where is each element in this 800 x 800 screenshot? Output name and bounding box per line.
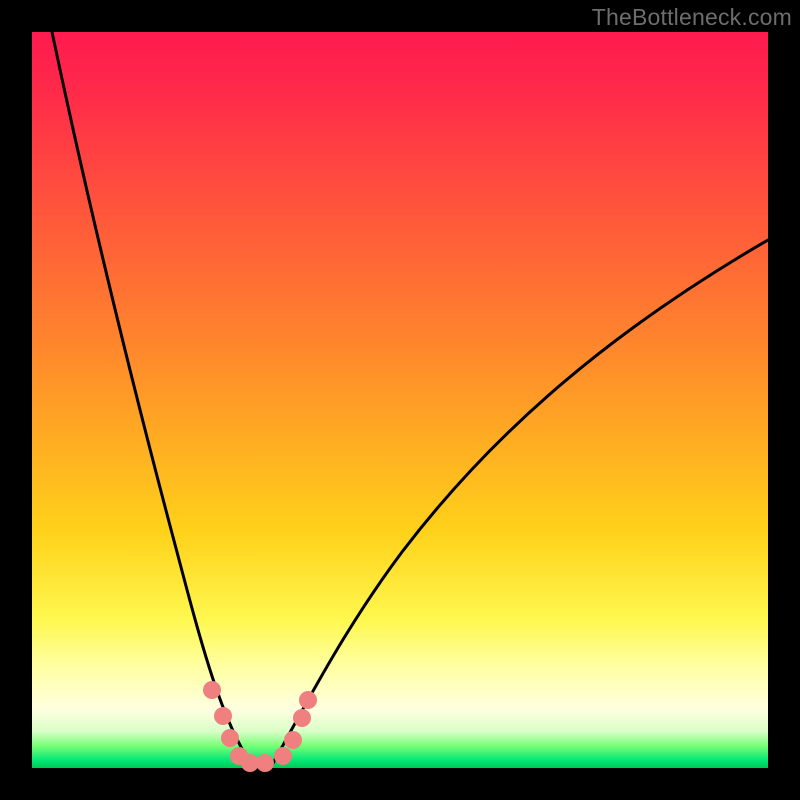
curve-left-branch <box>52 32 252 765</box>
chart-frame: TheBottleneck.com <box>0 0 800 800</box>
marker <box>203 681 221 699</box>
marker <box>214 707 232 725</box>
curve-right-branch <box>272 240 768 765</box>
valley-markers <box>203 681 317 772</box>
watermark-text: TheBottleneck.com <box>592 4 792 31</box>
marker <box>284 731 302 749</box>
bottleneck-curve <box>32 32 768 768</box>
marker <box>256 754 274 772</box>
marker <box>274 747 292 765</box>
marker <box>221 729 239 747</box>
marker <box>299 691 317 709</box>
plot-area <box>32 32 768 768</box>
marker <box>293 709 311 727</box>
